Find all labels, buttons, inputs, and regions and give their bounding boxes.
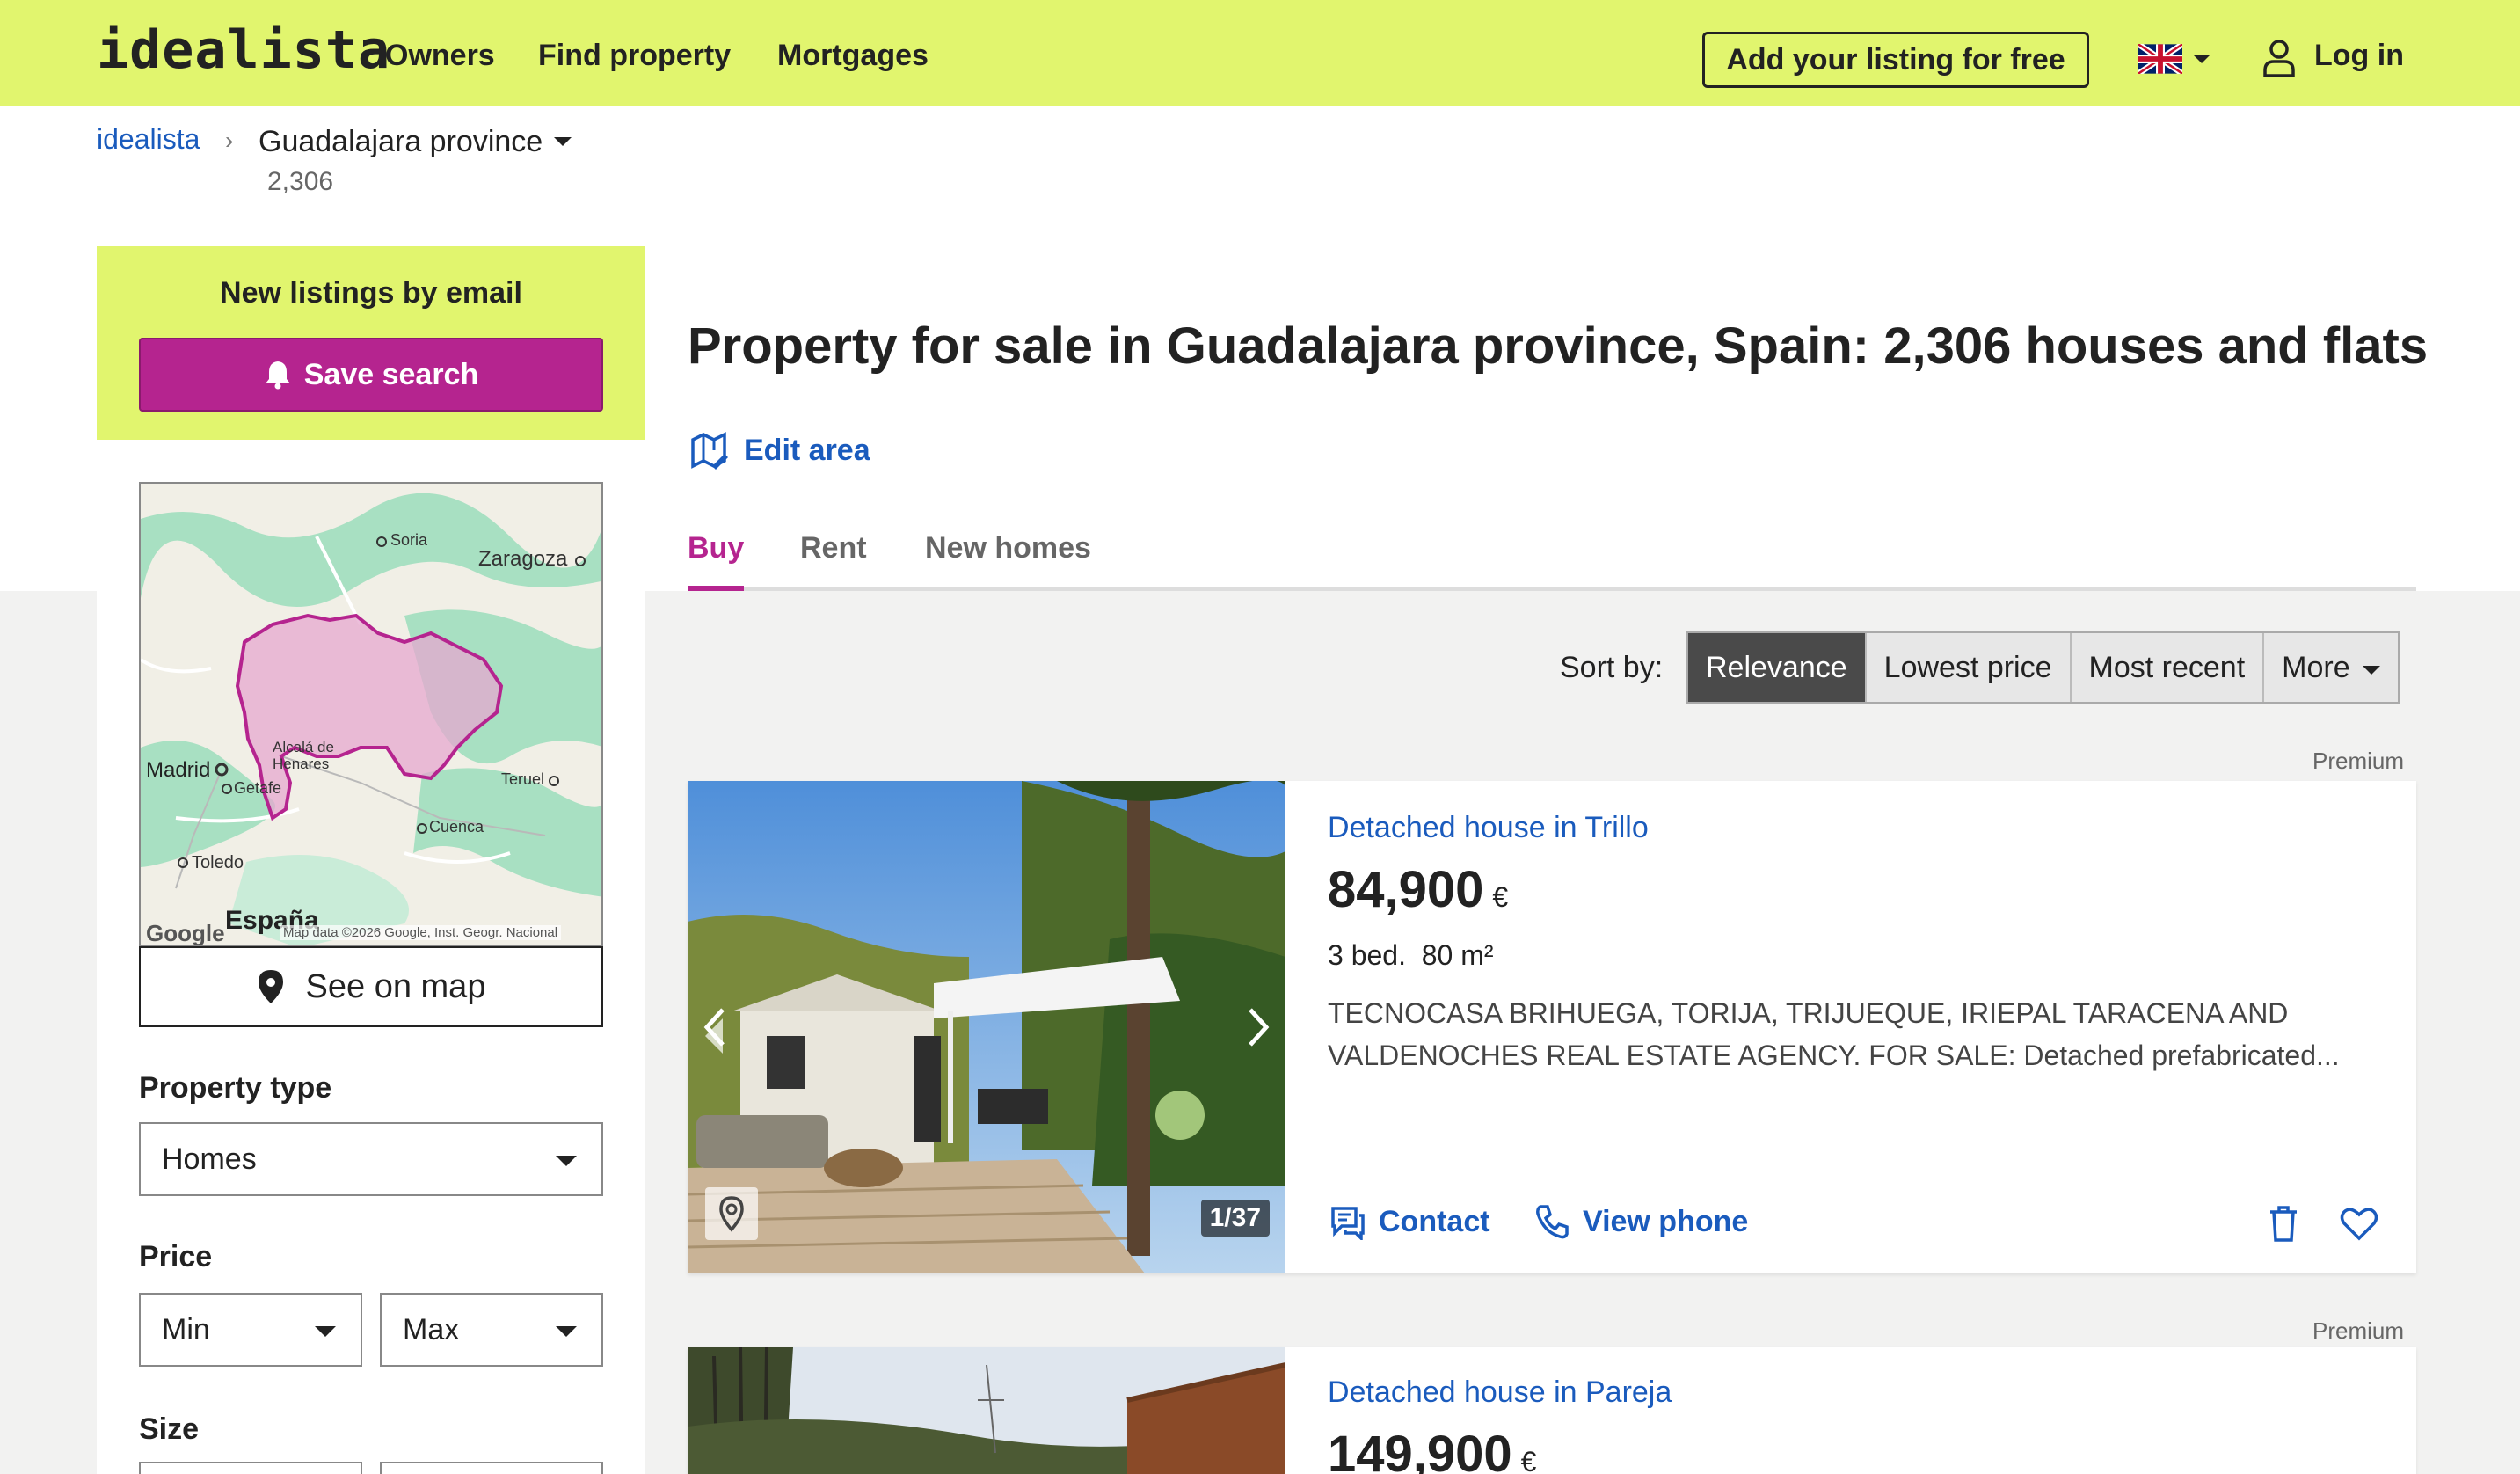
see-on-map-label: See on map — [305, 967, 486, 1005]
price-label: Price — [139, 1240, 213, 1273]
heart-icon[interactable] — [2339, 1203, 2379, 1244]
map-label-toledo: Toledo — [192, 853, 244, 872]
listing-price-value: 149,900 — [1328, 1426, 1512, 1474]
listing-currency: € — [1492, 881, 1509, 913]
nav-owners[interactable]: Owners — [385, 39, 495, 73]
chevron-down-icon — [315, 1326, 336, 1337]
sort-lowest-price[interactable]: Lowest price — [1867, 633, 2072, 702]
size-label: Size — [139, 1412, 200, 1446]
nav-find-property[interactable]: Find property — [538, 39, 731, 73]
listing-description: TECNOCASA BRIHUEGA, TORIJA, TRIJUEQUE, I… — [1328, 997, 2340, 1071]
active-tab-indicator — [688, 586, 744, 591]
photo-counter: 1/37 — [1200, 1200, 1270, 1237]
sort-more-label: More — [2282, 650, 2350, 684]
chevron-down-icon — [556, 1156, 577, 1166]
listing-photo[interactable]: 1/37 — [688, 781, 1285, 1273]
listing-photo[interactable] — [688, 1347, 1285, 1474]
map-label-zaragoza: Zaragoza — [478, 547, 568, 571]
chat-icon — [1331, 1207, 1365, 1240]
see-on-map-button[interactable]: See on map — [139, 946, 603, 1027]
tab-rent[interactable]: Rent — [800, 531, 867, 566]
trash-icon[interactable] — [2263, 1203, 2304, 1244]
sort-relevance[interactable]: Relevance — [1688, 633, 1867, 702]
edit-area-link[interactable]: Edit area — [689, 431, 870, 470]
map-label-cuenca: Cuenca — [429, 818, 484, 836]
add-listing-button[interactable]: Add your listing for free — [1702, 32, 2089, 88]
size-min-select[interactable] — [139, 1462, 362, 1474]
edit-area-label: Edit area — [744, 433, 870, 467]
sort-label: Sort by: — [1560, 651, 1664, 684]
view-phone-label: View phone — [1583, 1204, 1749, 1238]
contact-label: Contact — [1379, 1204, 1490, 1238]
edit-map-icon — [691, 432, 728, 470]
contact-button[interactable]: Contact — [1329, 1203, 1490, 1240]
next-photo-icon[interactable] — [1242, 1001, 1277, 1054]
breadcrumb-count: 2,306 — [267, 167, 334, 196]
breadcrumb-current[interactable]: Guadalajara province — [259, 125, 543, 159]
listing-price-value: 84,900 — [1328, 861, 1484, 918]
login-link[interactable]: Log in — [2314, 39, 2404, 73]
map-pin-icon — [258, 970, 283, 1003]
listing-price: 149,900 € — [1328, 1425, 1536, 1474]
save-search-button[interactable]: Save search — [139, 338, 603, 412]
property-type-label: Property type — [139, 1071, 332, 1105]
sort-options: Relevance Lowest price Most recent More — [1686, 631, 2400, 704]
page-title: Property for sale in Guadalajara provinc… — [688, 317, 2429, 375]
map-label-getafe: Getafe — [234, 779, 282, 797]
premium-badge: Premium — [2312, 748, 2405, 774]
nav-mortgages[interactable]: Mortgages — [777, 39, 929, 73]
map-label-alcala: Alcalá de Henares — [273, 739, 334, 772]
view-phone-button[interactable]: View phone — [1533, 1203, 1748, 1240]
location-pin-icon[interactable] — [705, 1187, 758, 1240]
listing-photo-image — [688, 1347, 1285, 1474]
breadcrumb-caret-icon[interactable] — [554, 137, 572, 146]
listing-price: 84,900 € — [1328, 860, 1508, 919]
price-min-select[interactable]: Min — [139, 1293, 362, 1367]
size-max-select[interactable] — [380, 1462, 603, 1474]
listing-details: 3 bed. 80 m² — [1328, 939, 1494, 971]
idealista-logo[interactable]: idealista — [97, 19, 390, 81]
email-alert-title: New listings by email — [220, 276, 522, 310]
price-max-value: Max — [403, 1312, 460, 1346]
phone-icon — [1536, 1205, 1569, 1239]
mini-map[interactable]: Soria Zaragoza Madrid Alcalá de Henares … — [139, 482, 603, 946]
sort-most-recent[interactable]: Most recent — [2072, 633, 2265, 702]
sort-more[interactable]: More — [2264, 633, 2397, 702]
previous-photo-icon[interactable] — [696, 1001, 732, 1054]
listing-title[interactable]: Detached house in Trillo — [1328, 811, 1649, 845]
bell-icon — [265, 361, 290, 390]
listing-currency: € — [1520, 1446, 1537, 1474]
breadcrumb-home[interactable]: idealista — [97, 123, 200, 156]
listing-card[interactable]: 1/37 Detached house in Trillo 84,900 € 3 … — [688, 781, 2416, 1273]
price-max-select[interactable]: Max — [380, 1293, 603, 1367]
tab-new-homes[interactable]: New homes — [925, 531, 1091, 566]
uk-flag-icon[interactable] — [2138, 44, 2182, 74]
google-logo: Google — [146, 920, 225, 946]
price-min-value: Min — [162, 1312, 210, 1346]
map-label-soria: Soria — [390, 531, 428, 549]
user-icon[interactable] — [2261, 39, 2297, 77]
listing-photo-image — [688, 781, 1285, 1273]
chevron-down-icon — [2362, 666, 2380, 675]
chevron-down-icon — [556, 1326, 577, 1337]
map-label-teruel: Teruel — [501, 770, 545, 788]
save-search-label: Save search — [303, 357, 479, 391]
tab-buy[interactable]: Buy — [688, 531, 744, 566]
language-caret-icon[interactable] — [2193, 55, 2210, 63]
property-type-value: Homes — [162, 1142, 257, 1176]
property-type-select[interactable]: Homes — [139, 1122, 603, 1196]
listing-title[interactable]: Detached house in Pareja — [1328, 1375, 1672, 1410]
breadcrumb-separator: › — [225, 127, 234, 154]
premium-badge: Premium — [2312, 1317, 2405, 1344]
map-attribution: Map data ©2026 Google, Inst. Geogr. Naci… — [280, 925, 562, 940]
listing-card[interactable]: Detached house in Pareja 149,900 € — [688, 1347, 2416, 1474]
map-label-madrid: Madrid — [146, 758, 211, 782]
